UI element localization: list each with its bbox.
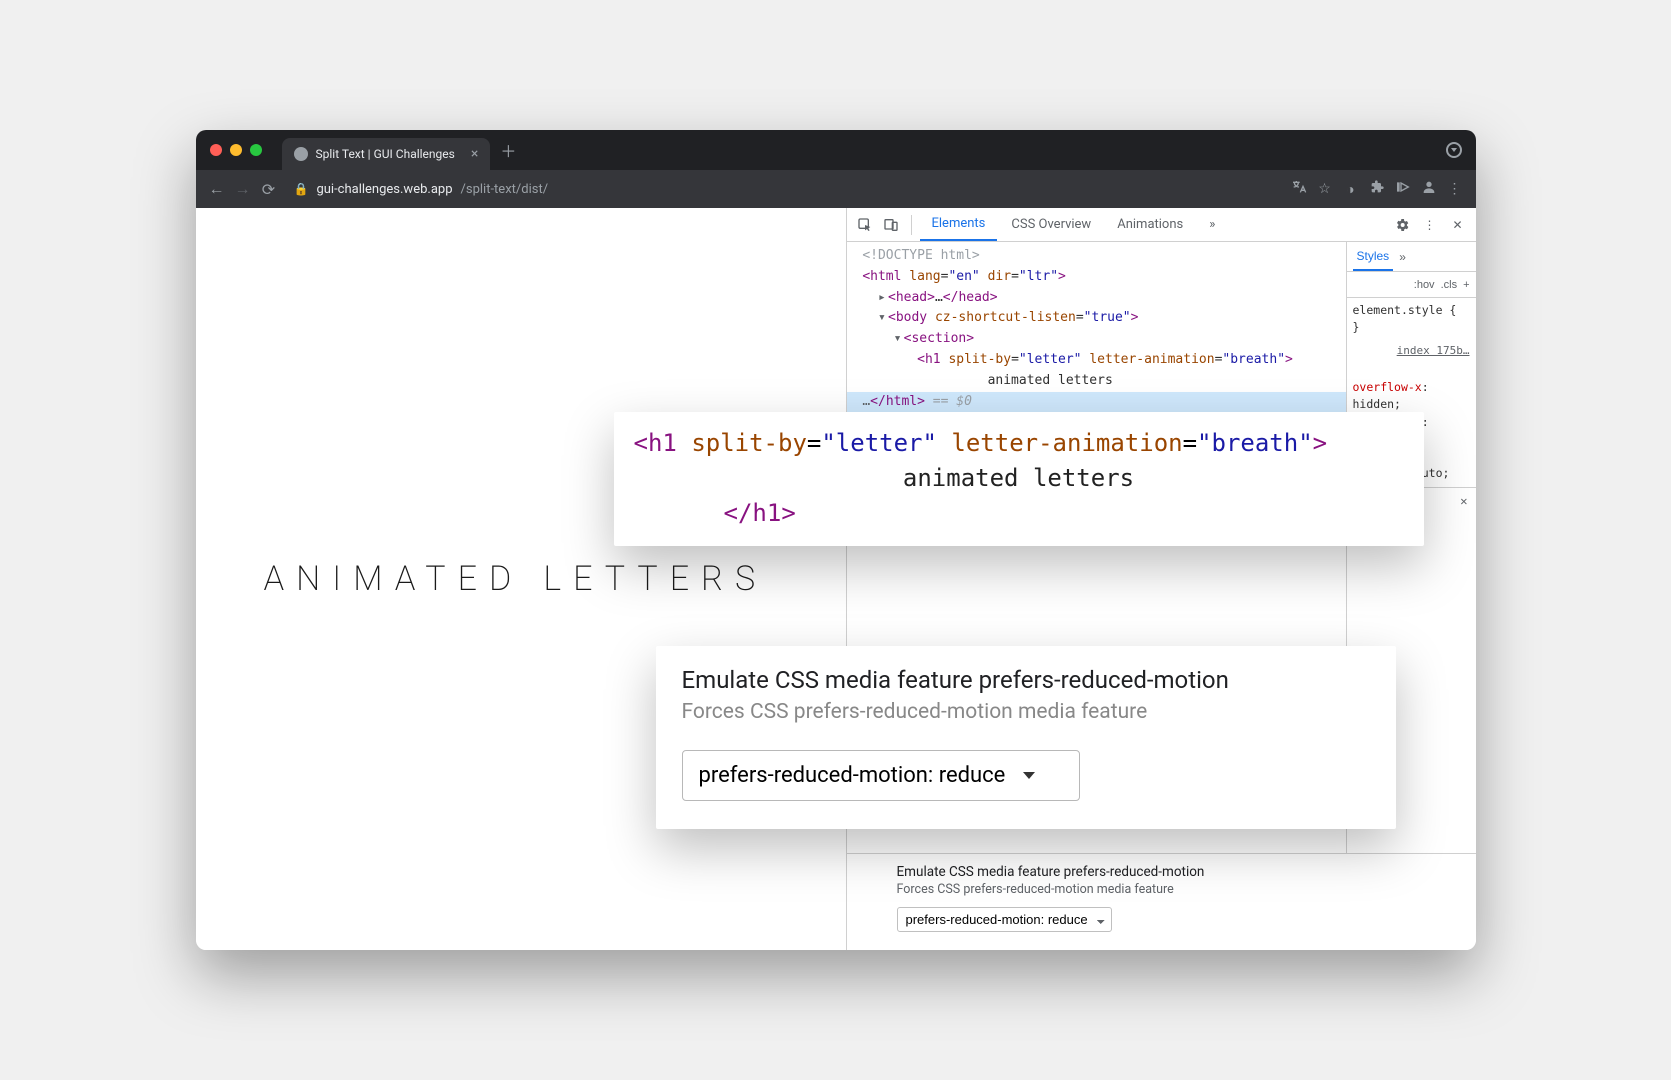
- maximize-window-button[interactable]: [250, 144, 262, 156]
- element-style-label: element.style {: [1353, 303, 1457, 317]
- chevron-down-icon: [1023, 772, 1035, 779]
- page-heading: ANIMATED LETTERS: [264, 559, 768, 599]
- code-callout-text: animated letters: [634, 461, 1404, 496]
- bookmark-star-icon[interactable]: ☆: [1316, 181, 1334, 197]
- cls-toggle[interactable]: .cls: [1441, 279, 1458, 291]
- favicon-icon: [294, 147, 308, 161]
- tab-css-overview[interactable]: CSS Overview: [999, 208, 1103, 241]
- tab-elements[interactable]: Elements: [920, 208, 998, 241]
- url-host: gui-challenges.web.app: [316, 182, 452, 197]
- render-callout-title: Emulate CSS media feature prefers-reduce…: [682, 666, 1370, 694]
- media-control-icon[interactable]: [1394, 179, 1412, 199]
- content-area: ANIMATED LETTERS Elements CSS Overview A…: [196, 208, 1476, 950]
- source-link[interactable]: index 175b…: [1397, 343, 1470, 360]
- account-chevron-icon[interactable]: [1446, 142, 1462, 158]
- devtools-panel: Elements CSS Overview Animations » ⋮ ✕ <…: [846, 208, 1476, 950]
- drawer-desc: Forces CSS prefers-reduced-motion media …: [897, 882, 1426, 897]
- tab-title: Split Text | GUI Challenges: [316, 147, 455, 161]
- tab-animations[interactable]: Animations: [1105, 208, 1195, 241]
- url-path: /split-text/dist/: [461, 182, 549, 197]
- tab-styles[interactable]: Styles: [1353, 242, 1394, 271]
- device-toggle-icon[interactable]: [879, 213, 903, 237]
- selection-indicator: == $0: [925, 394, 972, 409]
- close-tab-button[interactable]: ×: [471, 146, 478, 162]
- lock-icon: 🔒: [294, 182, 309, 196]
- browser-window: Split Text | GUI Challenges × ＋ ← → ⟳ 🔒 …: [196, 130, 1476, 950]
- render-callout: Emulate CSS media feature prefers-reduce…: [656, 646, 1396, 829]
- traffic-lights: [210, 144, 262, 156]
- styles-tabs: Styles »: [1347, 242, 1476, 272]
- styles-more-tabs[interactable]: »: [1399, 250, 1406, 264]
- devtools-close-icon[interactable]: ✕: [1446, 213, 1470, 237]
- render-callout-select-value: prefers-reduced-motion: reduce: [699, 763, 1006, 788]
- back-button[interactable]: ←: [208, 179, 226, 199]
- hov-toggle[interactable]: :hov: [1414, 279, 1435, 291]
- address-bar[interactable]: 🔒 gui-challenges.web.app/split-text/dist…: [294, 182, 549, 197]
- translate-icon[interactable]: [1290, 179, 1308, 199]
- new-tab-button[interactable]: ＋: [500, 138, 516, 162]
- drawer-title: Emulate CSS media feature prefers-reduce…: [897, 864, 1426, 880]
- render-callout-select[interactable]: prefers-reduced-motion: reduce: [682, 750, 1081, 801]
- tab-more[interactable]: »: [1197, 208, 1227, 241]
- code-callout: <h1 split-by="letter" letter-animation="…: [614, 412, 1424, 546]
- devtools-kebab-icon[interactable]: ⋮: [1418, 213, 1442, 237]
- page-viewport: ANIMATED LETTERS: [196, 208, 846, 950]
- minimize-window-button[interactable]: [230, 144, 242, 156]
- kebab-menu-icon[interactable]: ⋮: [1446, 181, 1464, 197]
- reload-button[interactable]: ⟳: [260, 180, 278, 199]
- toolbar: ← → ⟳ 🔒 gui-challenges.web.app/split-tex…: [196, 170, 1476, 208]
- titlebar: Split Text | GUI Challenges × ＋: [196, 130, 1476, 170]
- styles-subbar: :hov .cls +: [1347, 272, 1476, 298]
- forward-button[interactable]: →: [234, 179, 252, 199]
- profile-avatar-icon[interactable]: [1420, 179, 1438, 199]
- rendering-drawer: Emulate CSS media feature prefers-reduce…: [847, 853, 1476, 950]
- extensions-puzzle-icon[interactable]: [1368, 179, 1386, 199]
- browser-tab[interactable]: Split Text | GUI Challenges ×: [282, 138, 491, 170]
- inspect-element-icon[interactable]: [853, 213, 877, 237]
- prefers-reduced-motion-select[interactable]: prefers-reduced-motion: reduce: [897, 907, 1112, 932]
- settings-gear-icon[interactable]: [1390, 213, 1414, 237]
- close-window-button[interactable]: [210, 144, 222, 156]
- extension-icon[interactable]: ◑: [1342, 181, 1360, 198]
- dom-text-node: animated letters: [988, 373, 1113, 388]
- new-rule-button[interactable]: +: [1463, 279, 1469, 291]
- devtools-tabs: Elements CSS Overview Animations » ⋮ ✕: [847, 208, 1476, 242]
- render-callout-desc: Forces CSS prefers-reduced-motion media …: [682, 700, 1370, 724]
- dom-doctype: <!DOCTYPE html>: [862, 248, 979, 263]
